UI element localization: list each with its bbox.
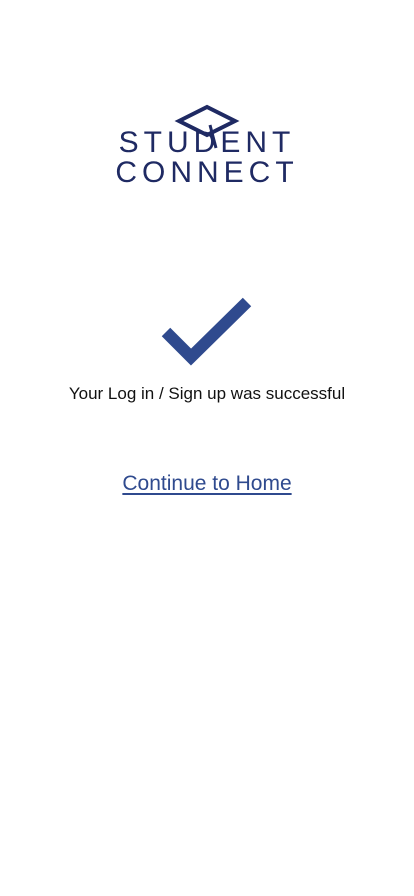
logo-line-2: CONNECT: [115, 156, 298, 184]
continue-container: Continue to Home: [0, 472, 414, 496]
logo-line-1: STUDENT: [119, 126, 296, 159]
checkmark-icon: [160, 294, 254, 370]
student-connect-logo: STUDENT CONNECT: [100, 104, 314, 184]
success-screen: STUDENT CONNECT Your Log in / Sign up wa…: [0, 0, 414, 896]
success-message: Your Log in / Sign up was successful: [68, 384, 346, 403]
logo-svg: STUDENT CONNECT: [115, 104, 298, 184]
continue-to-home-link[interactable]: Continue to Home: [122, 472, 291, 495]
